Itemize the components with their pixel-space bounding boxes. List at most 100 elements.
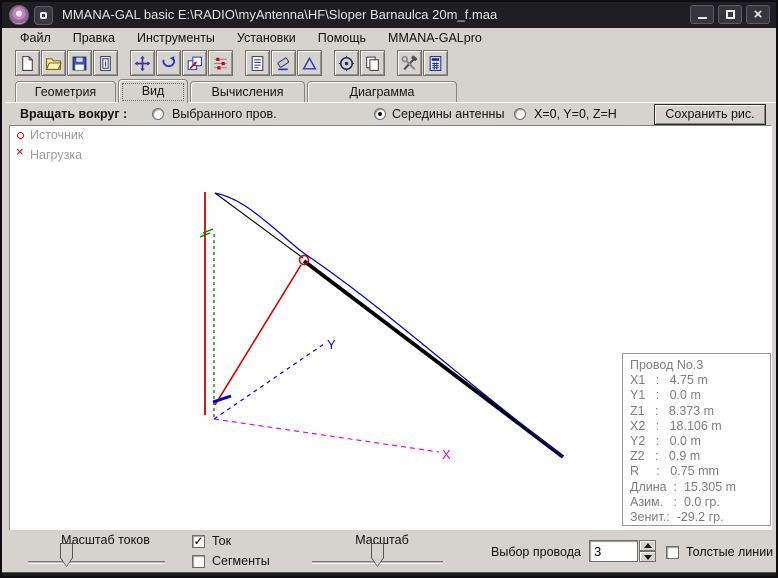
menu-item-file[interactable]: Файл <box>20 31 51 45</box>
segments-checkbox-label[interactable]: Сегменты <box>212 554 270 568</box>
window-title: MMANA-GAL basic E:\RADIO\myAntenna\HF\Sl… <box>62 7 497 22</box>
wire-spin-down-button[interactable] <box>639 551 656 562</box>
current-checkbox-label[interactable]: Ток <box>212 534 231 548</box>
file-info-icon: i <box>97 55 114 72</box>
move-view-button[interactable] <box>130 50 155 76</box>
radio-selected-wire[interactable] <box>152 108 164 120</box>
segments-checkbox[interactable] <box>192 555 205 568</box>
thick-lines-checkbox-label[interactable]: Толстые линии <box>686 545 773 559</box>
save-picture-button[interactable]: Сохранить рис. <box>654 104 766 125</box>
tab-view[interactable]: Вид <box>118 79 188 103</box>
cascade-view-button[interactable] <box>182 50 207 76</box>
wire-settings-icon <box>212 55 229 72</box>
rotate-view-button[interactable] <box>156 50 181 76</box>
tab-geometry[interactable]: Геометрия <box>15 81 116 102</box>
new-file-button[interactable] <box>15 50 40 76</box>
wire-feed <box>215 265 301 405</box>
move-arrows-icon <box>134 55 151 72</box>
target-icon <box>338 55 355 72</box>
eraser-icon <box>275 55 292 72</box>
menu-item-edit[interactable]: Правка <box>73 31 115 45</box>
calculator-button[interactable] <box>423 50 448 76</box>
x-axis <box>214 419 439 452</box>
tab-calculations[interactable]: Вычисления <box>190 81 305 102</box>
menu-bar: Файл Правка Инструменты Установки Помощь… <box>5 28 777 48</box>
file-info-button[interactable]: i <box>93 50 118 76</box>
tab-strip: Геометрия Вид Вычисления Диаграмма напра… <box>5 79 777 102</box>
antenna-view[interactable]: Y X Источник Нагрузка × Провод No.3 X1 :… <box>9 125 772 530</box>
x-axis-label: X <box>442 447 451 462</box>
triangle-plot-button[interactable] <box>297 50 322 76</box>
current-scale-slider-track[interactable] <box>28 561 165 564</box>
minimize-button[interactable] <box>690 5 714 24</box>
copy-icon <box>364 55 381 72</box>
open-file-button[interactable] <box>41 50 66 76</box>
menu-item-tools[interactable]: Инструменты <box>137 31 215 45</box>
info-line: Провод No.3 <box>630 358 770 373</box>
rotate-around-bar: Вращать вокруг : Выбранного пров. Середи… <box>5 102 777 125</box>
base-current-segment <box>213 396 231 402</box>
svg-text:i: i <box>104 58 106 68</box>
menu-item-help[interactable]: Помощь <box>318 31 366 45</box>
wire-selected <box>304 261 563 457</box>
wire-settings-button[interactable] <box>208 50 233 76</box>
source-legend-icon <box>17 132 24 139</box>
bottom-control-bar: Масштаб токов ✓ Ток Сегменты Масштаб Выб… <box>5 530 777 572</box>
menu-item-mmana-galpro[interactable]: MMANA-GALpro <box>388 31 482 45</box>
title-bar: MMANA-GAL basic E:\RADIO\myAntenna\HF\Sl… <box>2 2 776 28</box>
rotate-icon <box>160 55 177 72</box>
wire-info-box: Провод No.3 X1 : 4.75 m Y1 : 0.0 m Z1 : … <box>622 353 771 526</box>
radio-antenna-center-label[interactable]: Середины антенны <box>392 107 504 121</box>
rotate-around-label: Вращать вокруг : <box>20 107 127 121</box>
maximize-icon <box>726 10 735 19</box>
toolbar: i <box>5 48 777 79</box>
wire-spin-up-button[interactable] <box>639 540 656 551</box>
copy-view-button[interactable] <box>360 50 385 76</box>
cascade-windows-icon <box>186 55 203 72</box>
center-target-button[interactable] <box>334 50 359 76</box>
radio-origin-label[interactable]: X=0, Y=0, Z=H <box>534 107 617 121</box>
text-document-icon <box>249 55 266 72</box>
new-file-icon <box>19 55 36 72</box>
radio-origin[interactable] <box>514 108 526 120</box>
radio-selected-wire-label[interactable]: Выбранного пров. <box>172 107 277 121</box>
info-line: Y2 : 0.0 m <box>630 434 770 449</box>
save-file-button[interactable] <box>67 50 92 76</box>
open-folder-icon <box>45 55 62 72</box>
tab-pattern[interactable]: Диаграмма направленности <box>307 81 457 102</box>
y-axis-label: Y <box>327 337 336 352</box>
close-button[interactable]: × <box>746 5 770 24</box>
tools-options-button[interactable] <box>397 50 422 76</box>
wire-upper <box>215 193 303 258</box>
legend-load-label: Нагрузка <box>30 148 82 162</box>
close-icon: × <box>754 6 763 23</box>
app-menu-button[interactable] <box>34 6 53 25</box>
info-line: Y1 : 0.0 m <box>630 388 770 403</box>
menu-item-setup[interactable]: Установки <box>237 31 296 45</box>
info-line: Зенит.: -29.2 гр. <box>630 510 770 525</box>
wire-select-label: Выбор провода <box>491 545 581 559</box>
thick-lines-checkbox[interactable] <box>666 546 679 559</box>
view-text-button[interactable] <box>245 50 270 76</box>
calculator-icon <box>427 55 444 72</box>
maximize-button[interactable] <box>718 5 742 24</box>
minimize-icon <box>698 17 707 19</box>
current-checkbox[interactable]: ✓ <box>192 535 205 548</box>
window-bottom-frame <box>2 572 778 578</box>
save-floppy-icon <box>71 55 88 72</box>
legend-source-label: Источник <box>30 128 83 142</box>
wire-number-input[interactable] <box>589 540 638 562</box>
edit-antenna-button[interactable] <box>271 50 296 76</box>
radio-antenna-center[interactable] <box>374 108 386 120</box>
load-legend-icon: × <box>16 144 24 159</box>
info-line: Z1 : 8.373 m <box>630 404 770 419</box>
hammer-wrench-icon <box>401 55 418 72</box>
info-line: Азим. : 0.0 гр. <box>630 495 770 510</box>
info-line: X1 : 4.75 m <box>630 373 770 388</box>
app-window: MMANA-GAL basic E:\RADIO\myAntenna\HF\Sl… <box>0 0 778 578</box>
info-line: Длина : 15.305 m <box>630 480 770 495</box>
y-axis <box>214 344 324 419</box>
info-line: R : 0.75 mm <box>630 464 770 479</box>
info-line: Z2 : 0.9 m <box>630 449 770 464</box>
triangle-icon <box>301 55 318 72</box>
